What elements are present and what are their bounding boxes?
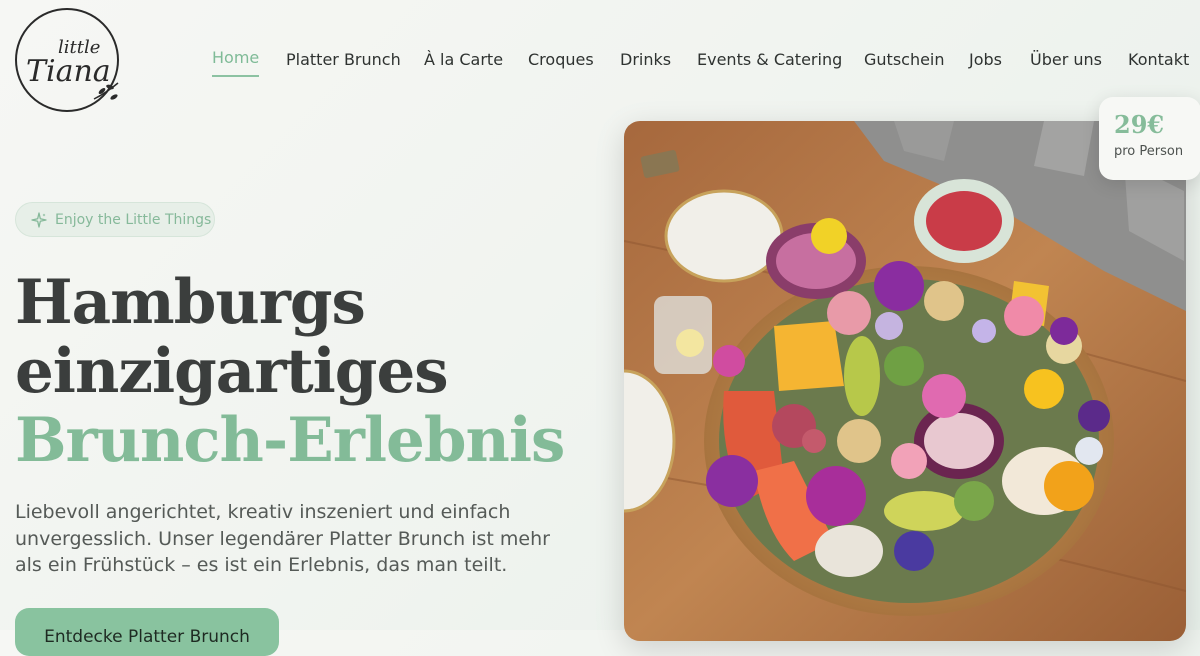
nav-item-platter-brunch[interactable]: Platter Brunch [286,50,401,69]
price-value: 29€ [1114,110,1165,139]
hero-headline: Hamburgs einzigartiges Brunch-Erlebnis [15,267,565,476]
nav-item-events-catering[interactable]: Events & Catering [697,50,842,69]
discover-platter-button[interactable]: Entdecke Platter Brunch [15,608,279,656]
nav-item-gutschein[interactable]: Gutschein [864,50,945,69]
nav-item-kontakt[interactable]: Kontakt [1128,50,1189,69]
nav-item-drinks[interactable]: Drinks [620,50,671,69]
nav-item-a-la-carte[interactable]: À la Carte [424,50,503,69]
badge-label: Enjoy the Little Things [55,211,212,228]
hero-description: Liebevoll angerichtet, kreativ inszenier… [15,501,550,576]
headline-accent: Brunch-Erlebnis [15,405,565,476]
price-unit: pro Person [1114,144,1184,159]
headline-line-1: Hamburgs [15,267,366,338]
sparkle-icon [31,211,47,228]
price-card: 29€ pro Person [1099,97,1200,180]
headline-line-2: einzigartiges [15,336,449,407]
nav-item-jobs[interactable]: Jobs [969,50,1002,69]
hero-platter-image [624,121,1186,641]
nav-item-home[interactable]: Home [212,48,260,77]
tagline-badge: Enjoy the Little Things [15,202,215,237]
nav-item-ueber-uns[interactable]: Über uns [1030,50,1102,69]
nav-item-croques[interactable]: Croques [528,50,594,69]
main-nav: Home Platter Brunch À la Carte Croques D… [0,44,1200,84]
platter-illustration [624,121,1186,641]
